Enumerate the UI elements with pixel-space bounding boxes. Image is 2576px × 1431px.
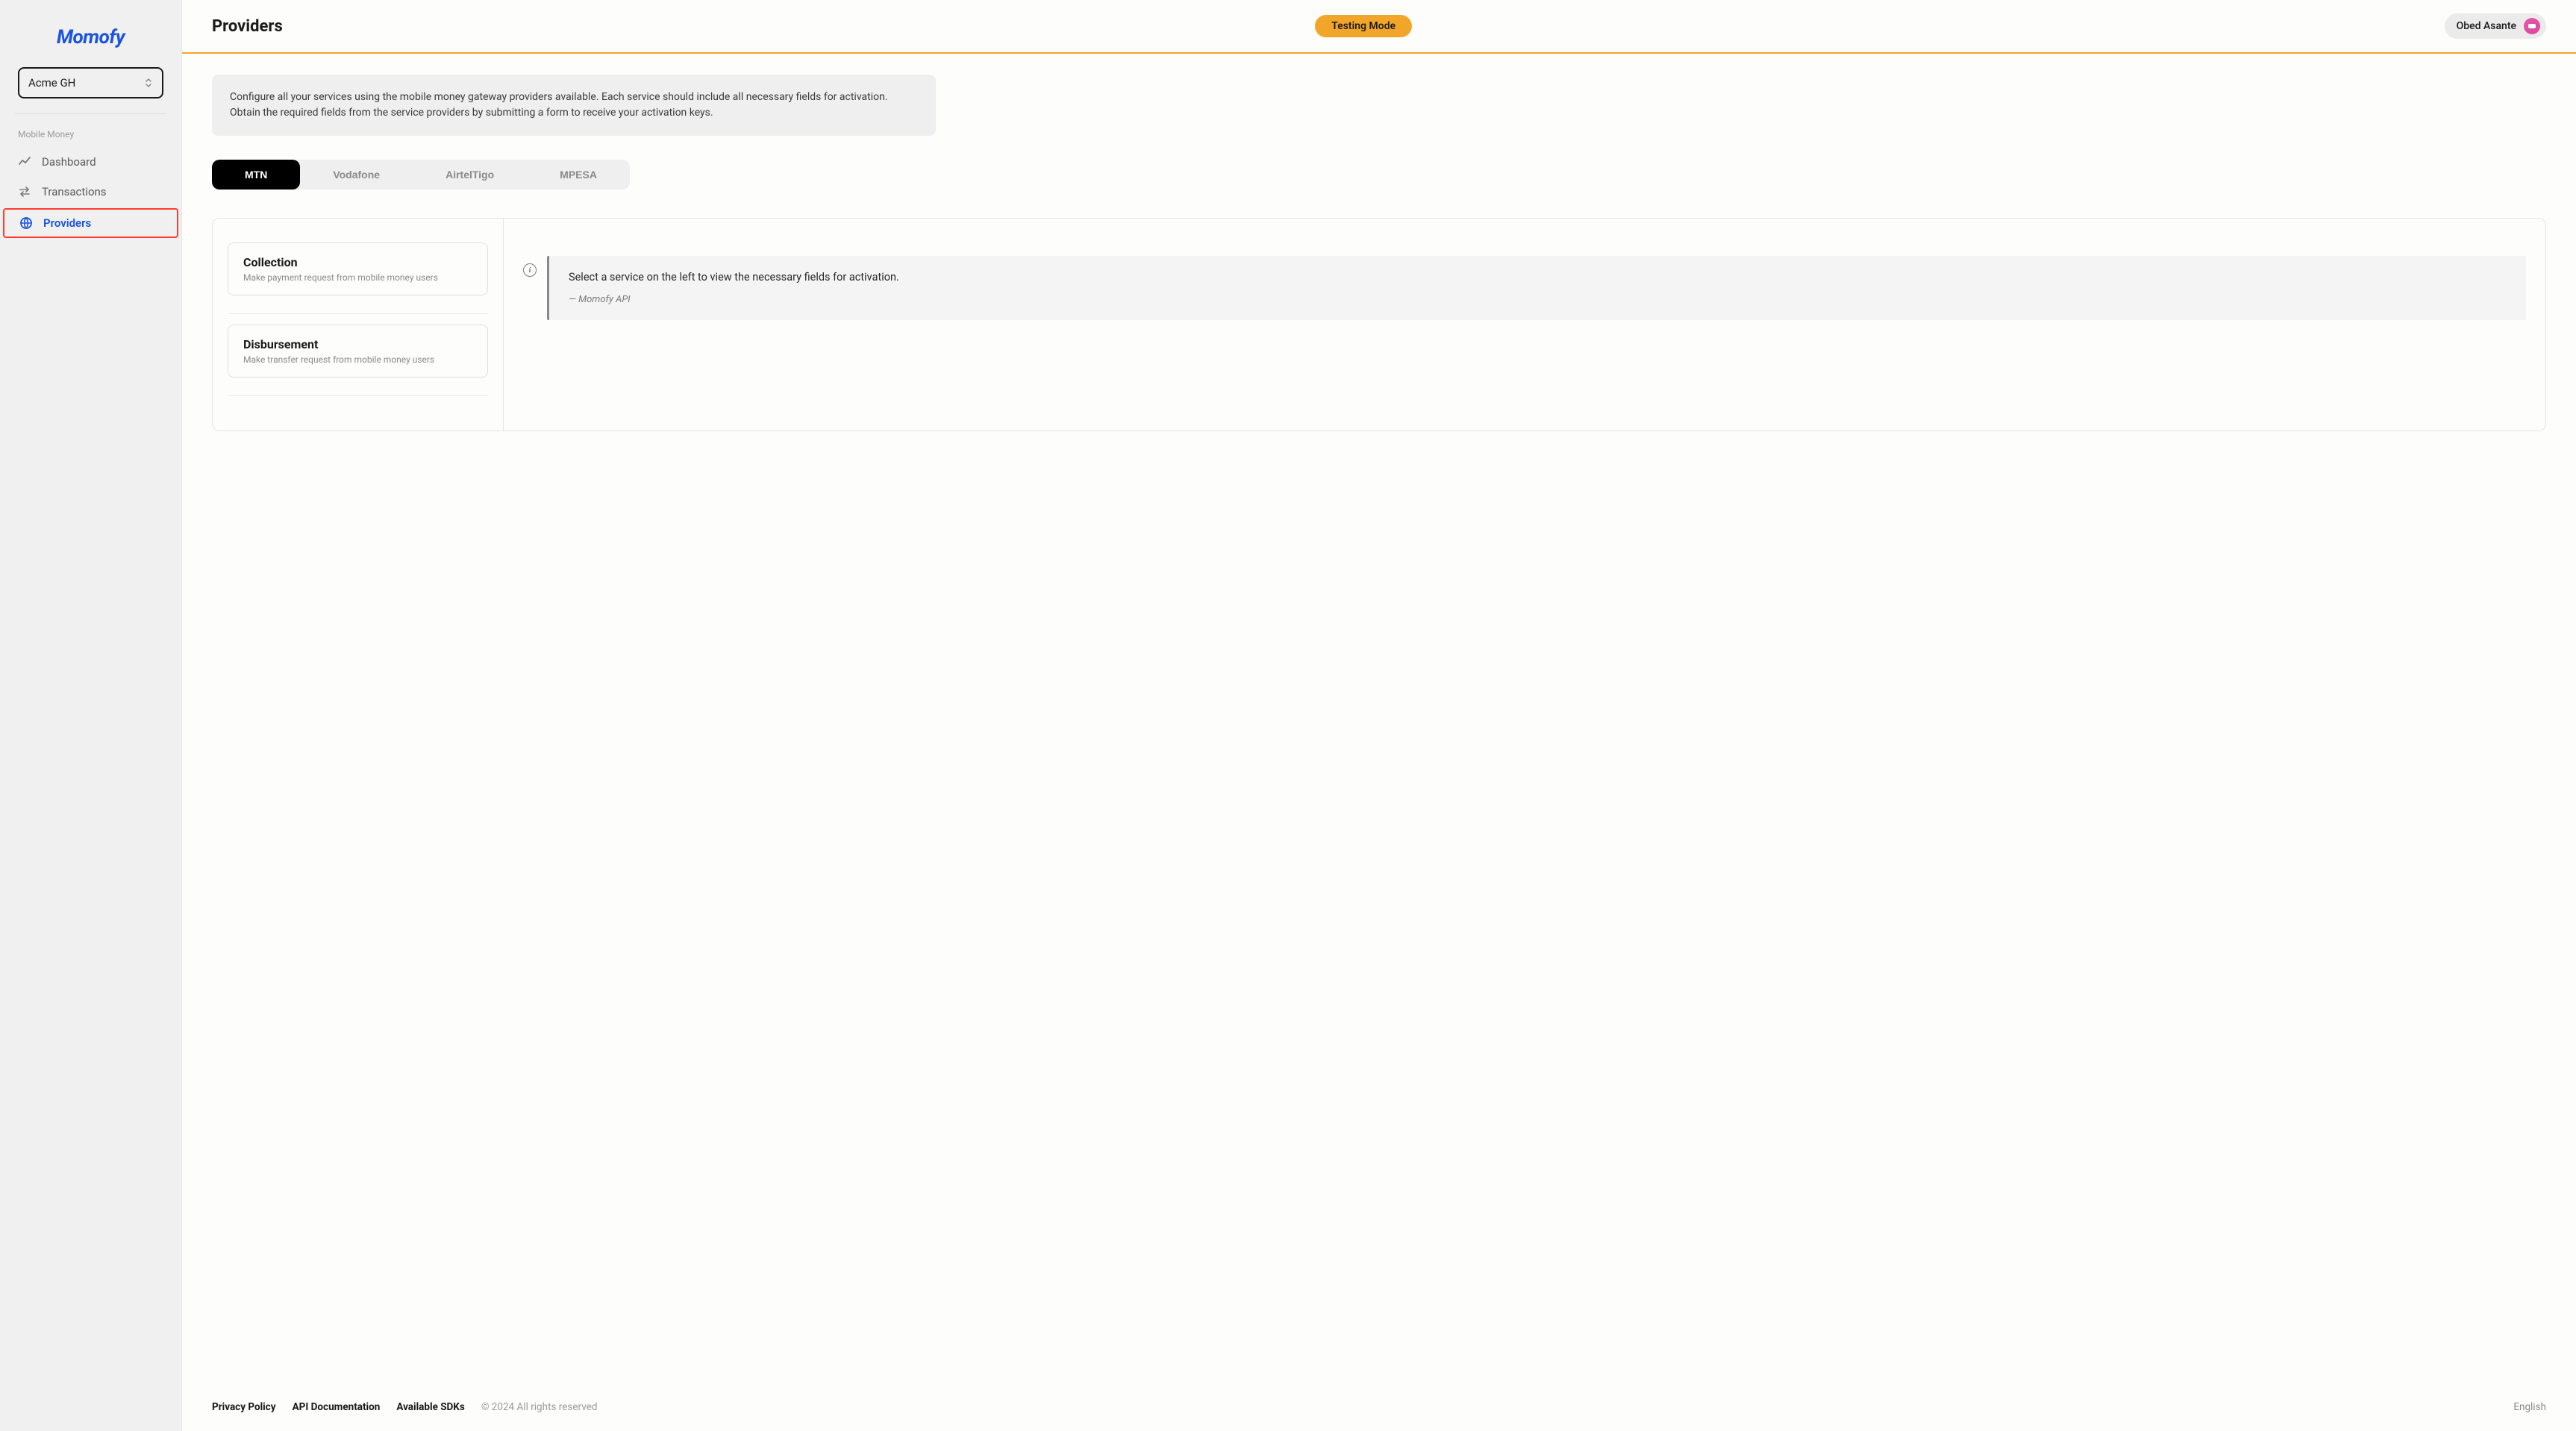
tab-vodafone[interactable]: Vodafone	[300, 160, 413, 190]
footer-link-privacy[interactable]: Privacy Policy	[212, 1401, 276, 1413]
avatar	[2524, 18, 2540, 34]
user-menu[interactable]: Obed Asante	[2445, 13, 2546, 39]
main-area: Providers Testing Mode Obed Asante Confi…	[182, 0, 2576, 1431]
service-desc: Make transfer request from mobile money …	[243, 354, 472, 365]
content: Configure all your services using the mo…	[182, 54, 2576, 1386]
service-detail: i Select a service on the left to view t…	[504, 219, 2545, 430]
org-selector-value: Acme GH	[28, 76, 75, 90]
footer-copyright: © 2024 All rights reserved	[481, 1401, 598, 1413]
updown-icon	[144, 77, 153, 89]
sidebar-item-transactions[interactable]: Transactions	[0, 177, 181, 207]
org-selector[interactable]: Acme GH	[18, 67, 163, 98]
sidebar-item-providers[interactable]: Providers	[3, 208, 178, 238]
service-title: Disbursement	[243, 337, 472, 351]
nav-section-heading: Mobile Money	[0, 129, 181, 147]
divider	[15, 113, 166, 114]
divider	[228, 395, 488, 396]
language-selector[interactable]: English	[2513, 1401, 2546, 1413]
tab-mtn[interactable]: MTN	[212, 160, 300, 190]
services-list: Collection Make payment request from mob…	[213, 219, 504, 430]
service-card-disbursement[interactable]: Disbursement Make transfer request from …	[228, 325, 488, 378]
footer: Privacy Policy API Documentation Availab…	[182, 1386, 2576, 1431]
sidebar-item-label: Providers	[43, 216, 91, 230]
tab-mpesa[interactable]: MPESA	[527, 160, 630, 190]
page-title: Providers	[212, 17, 283, 36]
service-desc: Make payment request from mobile money u…	[243, 272, 472, 283]
service-title: Collection	[243, 255, 472, 269]
provider-tabs: MTN Vodafone AirtelTigo MPESA	[212, 160, 630, 190]
swap-icon	[18, 185, 31, 198]
sidebar: Momofy Acme GH Mobile Money Dashboard Tr…	[0, 0, 182, 1431]
sidebar-item-dashboard[interactable]: Dashboard	[0, 147, 181, 177]
detail-message-box: Select a service on the left to view the…	[547, 256, 2526, 320]
divider	[228, 313, 488, 314]
sidebar-item-label: Transactions	[42, 185, 107, 198]
testing-mode-badge[interactable]: Testing Mode	[1315, 15, 1412, 37]
footer-link-sdks[interactable]: Available SDKs	[396, 1401, 465, 1413]
service-card-collection[interactable]: Collection Make payment request from mob…	[228, 242, 488, 295]
detail-message: Select a service on the left to view the…	[569, 271, 2507, 284]
logo: Momofy	[0, 15, 181, 67]
detail-source: — Momofy API	[569, 294, 2507, 305]
tab-airteltigo[interactable]: AirtelTigo	[413, 160, 527, 190]
footer-link-api-docs[interactable]: API Documentation	[293, 1401, 381, 1413]
info-banner: Configure all your services using the mo…	[212, 75, 936, 136]
services-panel: Collection Make payment request from mob…	[212, 218, 2546, 431]
sidebar-item-label: Dashboard	[42, 155, 96, 169]
info-icon: i	[523, 263, 537, 277]
user-name: Obed Asante	[2457, 20, 2516, 32]
chart-line-icon	[18, 155, 31, 169]
brand-logo: Momofy	[57, 26, 125, 48]
globe-icon	[19, 216, 33, 230]
header: Providers Testing Mode Obed Asante	[182, 0, 2576, 54]
